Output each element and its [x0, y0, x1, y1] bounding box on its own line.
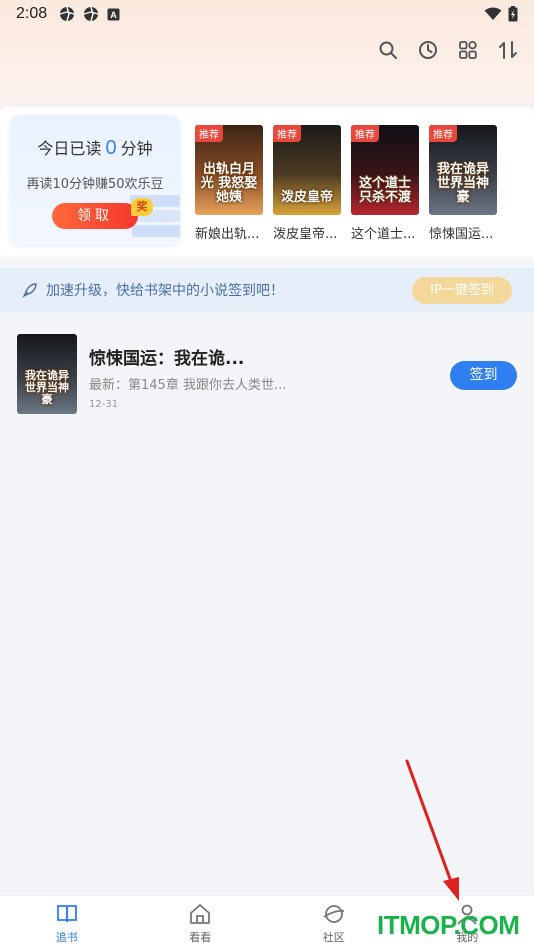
shelf-book-cover[interactable]: 我在诡异 世界当神豪	[17, 334, 77, 414]
banner-text: 加速升级，快给书架中的小说签到吧！	[46, 283, 284, 299]
recommended-book[interactable]: 推荐 泼皮皇帝 泼皮皇帝...	[273, 125, 341, 242]
cover-title-art: 泼皮皇帝	[280, 190, 333, 205]
planet-icon	[323, 905, 344, 923]
today-prefix: 今日已读	[37, 139, 102, 158]
book-cover[interactable]: 推荐 这个道士 只杀不渡	[351, 125, 419, 215]
nav-label: 看看	[189, 931, 212, 944]
today-minutes: 0	[105, 137, 117, 159]
status-bar: 2:08 A	[0, 0, 534, 28]
status-time: 2:08	[16, 5, 48, 22]
nav-item-follow[interactable]: 追书	[0, 896, 134, 950]
today-read-line: 今日已读 0 分钟	[10, 135, 180, 160]
grid-icon[interactable]	[456, 38, 480, 62]
cover-title-art: 这个道士 只杀不渡	[358, 176, 411, 205]
one-click-signin-button[interactable]: IP一键签到	[412, 277, 512, 304]
recommended-book[interactable]: 推荐 我在诡异 世界当神豪 惊悚国运...	[429, 125, 497, 242]
claim-button[interactable]: 领取	[52, 203, 138, 229]
reward-hint: 再读10分钟赚50欢乐豆	[26, 177, 164, 192]
history-clock-icon[interactable]	[416, 38, 440, 62]
today-suffix: 分钟	[120, 139, 153, 158]
book-title: 惊悚国运...	[429, 227, 494, 242]
checkin-button[interactable]: 签到	[450, 361, 517, 390]
nav-label: 追书	[55, 931, 78, 944]
cover-title-art: 我在诡异 世界当神豪	[436, 162, 489, 205]
today-reading-card[interactable]: 今日已读 0 分钟 再读10分钟赚50欢乐豆 领取 奖	[10, 115, 180, 245]
book-cover[interactable]: 推荐 出轨白月光 我怒娶她姨	[195, 125, 263, 215]
nav-label: 社区	[322, 931, 345, 944]
recommended-book[interactable]: 推荐 这个道士 只杀不渡 这个道士...	[351, 125, 419, 242]
nav-item-browse[interactable]: 看看	[134, 896, 268, 950]
book-title: 泼皮皇帝...	[273, 227, 338, 242]
home-icon	[190, 904, 211, 924]
a-badge-icon: A	[107, 8, 120, 20]
cover-title-art: 我在诡异 世界当神豪	[25, 369, 69, 406]
rocket-icon	[22, 283, 37, 298]
watermark: ITMOP.COM	[377, 910, 520, 940]
recommend-tag: 推荐	[429, 125, 457, 142]
update-date: 12-31	[89, 399, 119, 410]
latest-chapter: 最新：第145章 我跟你去人类世...	[89, 378, 287, 393]
recommended-book[interactable]: 推荐 出轨白月光 我怒娶她姨 新娘出轨...	[195, 125, 263, 242]
recommend-tag: 推荐	[273, 125, 301, 142]
recommend-tag: 推荐	[351, 125, 379, 142]
book-title: 这个道士...	[351, 227, 416, 242]
book-cover[interactable]: 推荐 泼皮皇帝	[273, 125, 341, 215]
aperture-icon	[59, 6, 75, 22]
svg-text:A: A	[110, 10, 117, 20]
book-title: 新娘出轨...	[195, 227, 260, 242]
shelf-book-item[interactable]: 我在诡异 世界当神豪 惊悚国运：我在诡... 最新：第145章 我跟你去人类世.…	[0, 312, 534, 432]
shelf-book-title: 惊悚国运：我在诡...	[89, 349, 245, 369]
aperture-icon	[83, 6, 99, 22]
reward-badge: 奖	[131, 198, 153, 216]
search-icon[interactable]	[376, 38, 400, 62]
battery-icon	[508, 6, 518, 22]
recommend-tag: 推荐	[195, 125, 223, 142]
sort-icon[interactable]	[496, 38, 520, 62]
book-cover[interactable]: 推荐 我在诡异 世界当神豪	[429, 125, 497, 215]
annotation-arrow	[405, 759, 459, 901]
book-open-icon	[56, 905, 77, 923]
top-toolbar	[376, 38, 520, 62]
cover-title-art: 出轨白月光 我怒娶她姨	[200, 162, 258, 205]
wifi-icon	[484, 7, 502, 20]
